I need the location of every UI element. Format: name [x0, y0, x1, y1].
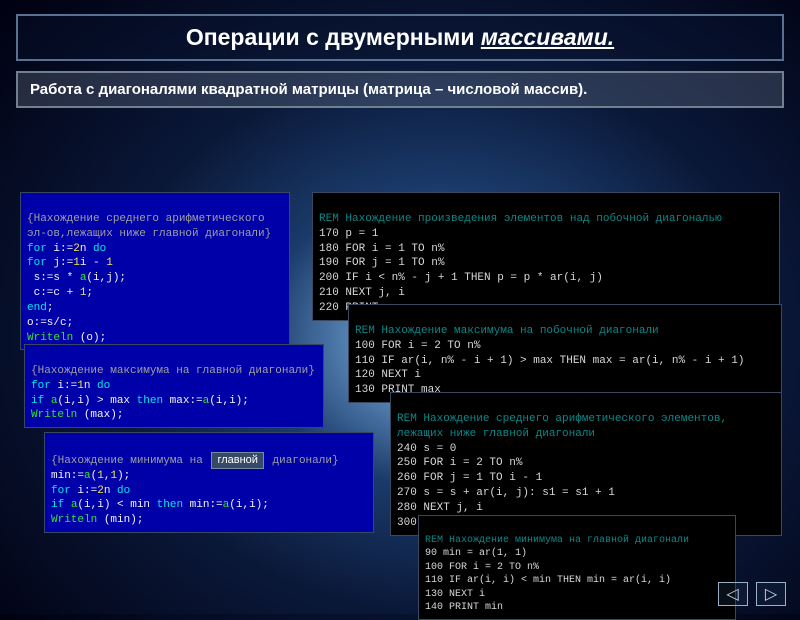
nav-controls: ◁ ▷	[714, 582, 786, 606]
next-button[interactable]: ▷	[756, 582, 786, 606]
code-pascal-min-main-diag: {Нахождение минимума на главной диагонал…	[44, 432, 374, 533]
title-emph: массивами.	[481, 24, 614, 50]
code-basic-product-above-anti: REM Нахождение произведения элементов на…	[312, 192, 780, 321]
code-basic-min-main-diag: REM Нахождение минимума на главной диаго…	[418, 515, 736, 620]
code-pascal-max-main-diag: {Нахождение максимума на главной диагона…	[24, 344, 324, 428]
code-basic-max-anti-diag: REM Нахождение максимума на побочной диа…	[348, 304, 782, 403]
code-pascal-average-below-main: {Нахождение среднего арифметического эл-…	[20, 192, 290, 350]
slide-title: Операции с двумерными массивами.	[16, 14, 784, 61]
slide-subtitle: Работа с диагоналями квадратной матрицы …	[16, 71, 784, 108]
title-text: Операции с двумерными	[186, 24, 481, 50]
prev-button[interactable]: ◁	[718, 582, 748, 606]
highlighted-word: главной	[211, 452, 264, 469]
